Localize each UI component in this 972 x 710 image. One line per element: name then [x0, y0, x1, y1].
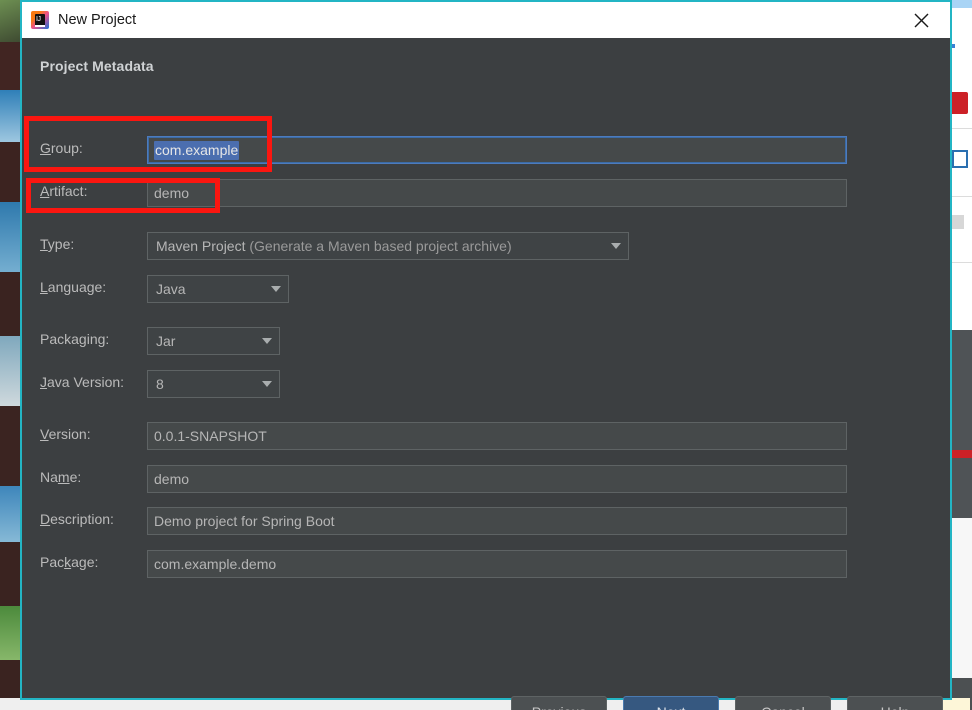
dialog-title: New Project: [58, 12, 137, 28]
label-group: Group:: [40, 140, 83, 156]
group-input[interactable]: com.example: [147, 136, 847, 164]
description-input[interactable]: Demo project for Spring Boot: [147, 507, 847, 535]
intellij-idea-icon: IJ: [31, 11, 49, 29]
label-name: Name:: [40, 469, 82, 485]
group-input-value: com.example: [154, 140, 240, 160]
next-button[interactable]: Next: [623, 696, 719, 710]
type-value-hint: (Generate a Maven based project archive): [249, 238, 512, 254]
java-version-dropdown[interactable]: 8: [147, 370, 280, 398]
java-version-value: 8: [156, 376, 164, 392]
cancel-button[interactable]: Cancel: [735, 696, 831, 710]
dialog-titlebar: IJ New Project: [22, 0, 950, 38]
previous-button[interactable]: Previous: [511, 696, 607, 710]
version-input[interactable]: 0.0.1-SNAPSHOT: [147, 422, 847, 450]
version-input-value: 0.0.1-SNAPSHOT: [154, 428, 267, 444]
desktop-background-left: [0, 0, 22, 710]
chevron-down-icon: [608, 233, 624, 259]
chevron-down-icon: [259, 328, 275, 354]
label-package: Package:: [40, 554, 99, 570]
type-dropdown[interactable]: Maven Project (Generate a Maven based pr…: [147, 232, 629, 260]
label-version: Version:: [40, 426, 91, 442]
language-value: Java: [156, 281, 186, 297]
close-icon[interactable]: [898, 2, 944, 38]
name-input[interactable]: demo: [147, 465, 847, 493]
description-input-value: Demo project for Spring Boot: [154, 513, 335, 529]
desktop-background-right: [950, 0, 972, 710]
label-artifact: Artifact:: [40, 183, 88, 199]
dialog-content: Project Metadata Group: com.example Arti…: [22, 38, 950, 710]
screen: IJ New Project Project Metadata Group: c…: [0, 0, 972, 710]
new-project-dialog: IJ New Project Project Metadata Group: c…: [20, 0, 952, 710]
type-value: Maven Project: [156, 238, 246, 254]
language-dropdown[interactable]: Java: [147, 275, 289, 303]
package-input-value: com.example.demo: [154, 556, 277, 572]
artifact-input-value: demo: [154, 185, 190, 201]
name-input-value: demo: [154, 471, 190, 487]
package-input[interactable]: com.example.demo: [147, 550, 847, 578]
packaging-value: Jar: [156, 333, 176, 349]
help-button[interactable]: Help: [847, 696, 943, 710]
chevron-down-icon: [259, 371, 275, 397]
chevron-down-icon: [268, 276, 284, 302]
label-type: Type:: [40, 236, 75, 252]
label-packaging: Packaging:: [40, 331, 110, 347]
label-java-version: Java Version:: [40, 374, 125, 390]
packaging-dropdown[interactable]: Jar: [147, 327, 280, 355]
artifact-input[interactable]: demo: [147, 179, 847, 207]
section-title-project-metadata: Project Metadata: [40, 58, 154, 74]
label-language: Language:: [40, 279, 107, 295]
label-description: Description:: [40, 511, 114, 527]
